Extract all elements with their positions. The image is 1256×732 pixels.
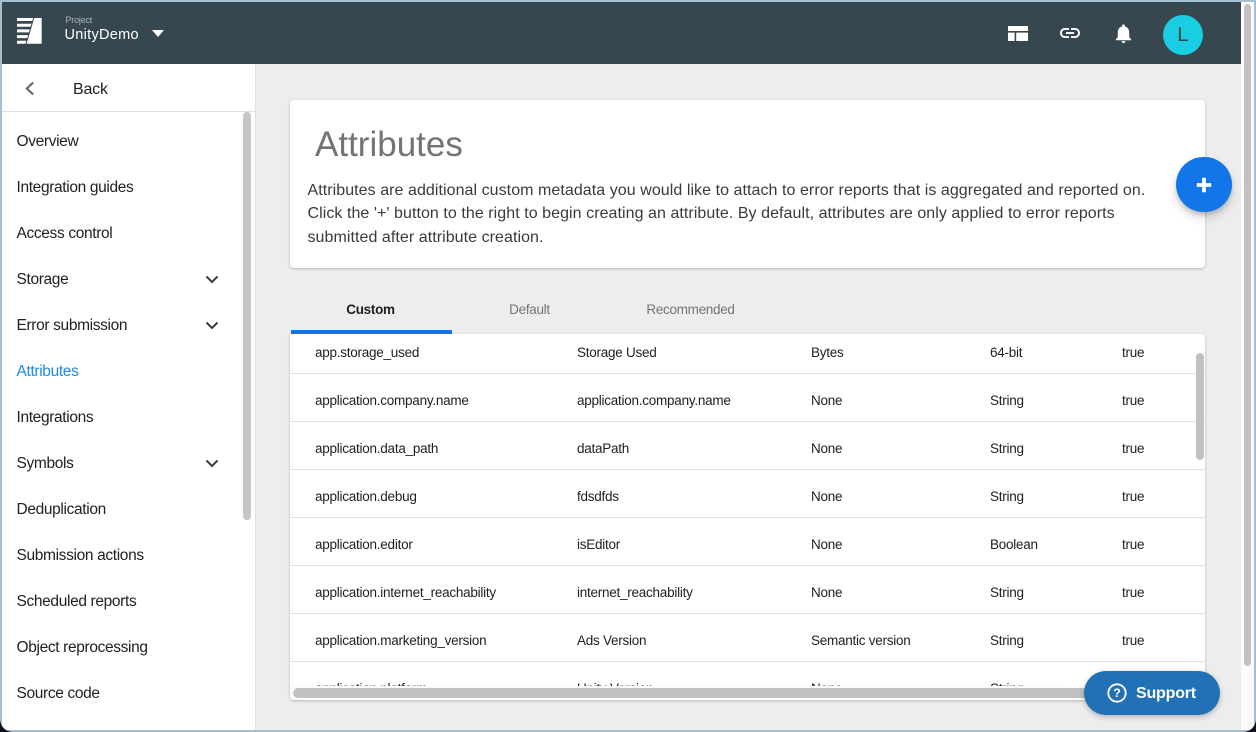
- svg-text:?: ?: [1113, 686, 1120, 700]
